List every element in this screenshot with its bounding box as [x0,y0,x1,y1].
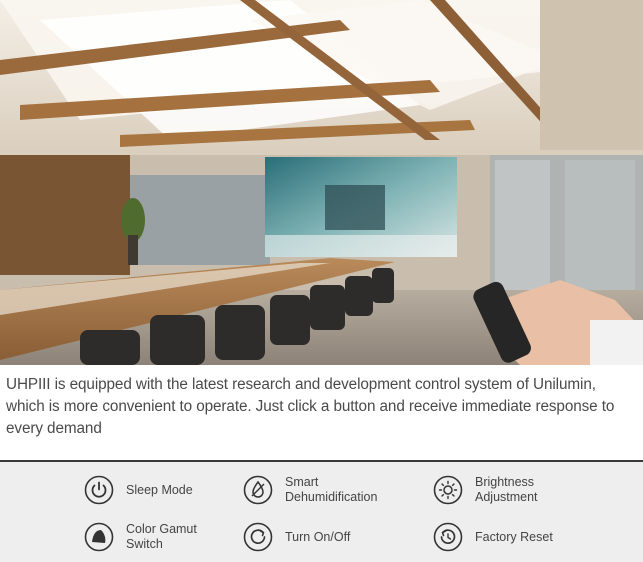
feature-brightness-adjustment: Brightness Adjustment [433,475,538,505]
feature-smart-dehumidification: Smart Dehumidification [243,475,377,505]
color-gamut-icon [84,522,114,552]
feature-color-gamut-switch: Color Gamut Switch [84,522,197,552]
feature-label: Turn On/Off [285,529,351,544]
feature-label: Brightness Adjustment [475,475,538,504]
turn-on-off-icon [243,522,273,552]
feature-panel: Sleep Mode Smart Dehumidification Bright… [0,460,643,562]
conference-room-illustration [0,0,643,365]
feature-label: Sleep Mode [126,482,193,497]
sun-icon [433,475,463,505]
power-icon [84,475,114,505]
reset-icon [433,522,463,552]
feature-turn-on-off: Turn On/Off [243,522,350,552]
feature-factory-reset: Factory Reset [433,522,553,552]
feature-label: Smart Dehumidification [285,475,378,504]
description-text: UHPIII is equipped with the latest resea… [6,376,615,437]
feature-label: Factory Reset [475,529,553,544]
feature-sleep-mode: Sleep Mode [84,475,193,505]
feature-label: Color Gamut Switch [126,522,197,551]
droplet-icon [243,475,273,505]
hero-image [0,0,643,365]
